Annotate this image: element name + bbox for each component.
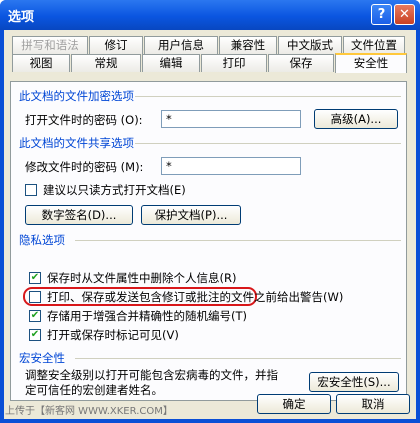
modify-password-label: 修改文件时的密码 (M): — [25, 160, 144, 174]
tab-print[interactable]: 打印 — [201, 54, 267, 72]
close-icon[interactable]: ✕ — [394, 4, 415, 25]
advanced-button[interactable]: 高级(A)... — [314, 109, 398, 129]
tab-view[interactable]: 视图 — [12, 54, 70, 72]
tab-track-changes[interactable]: 修订 — [89, 36, 143, 54]
privacy-checkbox-warn[interactable] — [29, 291, 41, 303]
section-encryption: 此文档的文件加密选项 — [19, 89, 134, 103]
privacy-label-markup-visible: 打开或保存时标记可见(V) — [47, 328, 179, 342]
digital-signature-button[interactable]: 数字签名(D)... — [25, 205, 133, 225]
divider — [135, 143, 401, 144]
section-sharing: 此文档的文件共享选项 — [19, 136, 134, 150]
readonly-checkbox[interactable] — [25, 184, 37, 196]
tab-general[interactable]: 常规 — [71, 54, 141, 72]
tab-save[interactable]: 保存 — [268, 54, 334, 72]
divider — [135, 96, 401, 97]
watermark-text: 上传于【新客网 WWW.XKER.COM】 — [5, 406, 173, 417]
readonly-label: 建议以只读方式打开文档(E) — [43, 183, 186, 197]
divider — [75, 240, 401, 241]
tab-security[interactable]: 安全性 — [335, 53, 407, 73]
modify-password-input[interactable]: * — [161, 157, 301, 175]
privacy-checkbox-remove-info[interactable]: ✔ — [29, 272, 41, 284]
divider — [75, 358, 401, 359]
open-password-label: 打开文件时的密码 (O): — [25, 113, 143, 127]
macro-description-line2: 定可信任的宏创建者姓名。 — [25, 383, 163, 397]
privacy-label-remove-info: 保存时从文件属性中删除个人信息(R) — [47, 271, 237, 285]
privacy-label-warn: 打印、保存或发送包含修订或批注的文件之前给出警告(W) — [47, 290, 344, 304]
tab-file-locations[interactable]: 文件位置 — [343, 36, 405, 54]
tab-edit[interactable]: 编辑 — [142, 54, 200, 72]
macro-security-button[interactable]: 宏安全性(S)... — [309, 372, 399, 392]
dialog-client: 拼写和语法 修订 用户信息 兼容性 中文版式 文件位置 视图 常规 编辑 打印 … — [4, 30, 416, 419]
privacy-label-random-number: 存储用于增强合并精确性的随机编号(T) — [47, 309, 247, 323]
tab-compatibility[interactable]: 兼容性 — [219, 36, 277, 54]
tab-asian-typography[interactable]: 中文版式 — [278, 36, 342, 54]
privacy-checkbox-random-number[interactable]: ✔ — [29, 310, 41, 322]
ok-button[interactable]: 确定 — [257, 394, 331, 414]
security-panel: 此文档的文件加密选项 打开文件时的密码 (O): * 高级(A)... 此文档的… — [10, 81, 407, 401]
protect-document-button[interactable]: 保护文档(P)... — [141, 205, 241, 225]
section-privacy: 隐私选项 — [19, 233, 65, 247]
tab-spelling-grammar[interactable]: 拼写和语法 — [12, 36, 88, 54]
cancel-button[interactable]: 取消 — [336, 394, 410, 414]
help-icon[interactable]: ? — [371, 4, 392, 25]
dialog-title: 选项 — [8, 10, 35, 25]
tab-user-info[interactable]: 用户信息 — [144, 36, 218, 54]
open-password-input[interactable]: * — [161, 110, 301, 128]
privacy-checkbox-markup-visible[interactable]: ✔ — [29, 329, 41, 341]
title-bar: 选项 ? ✕ — [0, 0, 420, 30]
macro-description-line1: 调整安全级别以打开可能包含宏病毒的文件，并指 — [25, 368, 278, 382]
options-dialog: 选项 ? ✕ 拼写和语法 修订 用户信息 兼容性 中文版式 文件位置 视图 常规… — [0, 0, 420, 423]
section-macro-security: 宏安全性 — [19, 351, 65, 365]
